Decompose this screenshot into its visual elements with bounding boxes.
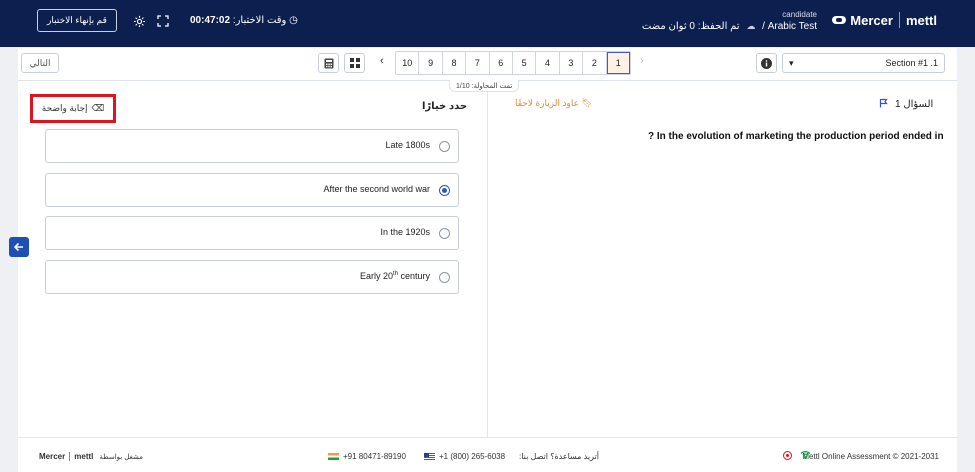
- question-number-6[interactable]: 6: [489, 52, 513, 74]
- question-number-3[interactable]: 3: [559, 52, 584, 74]
- brand-logo: Mercer mettl: [832, 12, 937, 28]
- option-4-text: Early 20th century: [360, 271, 430, 281]
- cloud-save-icon: ☁: [746, 21, 756, 31]
- option-3-radio[interactable]: [439, 228, 450, 239]
- saved-status: تم الحفظ: 0 ثوان مضت: [641, 21, 740, 32]
- option-4-text-main: Early 20: [359, 271, 393, 281]
- grid-view-icon[interactable]: [344, 53, 365, 73]
- powered-mercer: Mercer: [39, 452, 66, 461]
- pane-divider: [487, 81, 488, 437]
- option-2-radio[interactable]: [439, 185, 450, 196]
- candidate-info: candidate Arabic Test / ☁ تم الحفظ: 0 ثو…: [642, 10, 817, 32]
- test-name: Arabic Test: [767, 21, 817, 32]
- choose-option-label: حدد خيارًا: [422, 101, 468, 112]
- answer-option-3[interactable]: In the 1920s: [45, 216, 459, 250]
- test-timer: ◷ وقت الاختبار: 00:47:02: [190, 15, 298, 26]
- option-2-text: After the second world war: [323, 184, 430, 194]
- question-number-5[interactable]: 5: [512, 52, 537, 74]
- question-number-9[interactable]: 9: [419, 52, 443, 74]
- logo-mercer-text: Mercer: [850, 12, 893, 28]
- top-header: Mercer mettl candidate Arabic Test / ☁ ت…: [0, 0, 975, 47]
- collapse-arrow-left-icon[interactable]: [9, 237, 29, 257]
- india-flag-icon: [328, 453, 339, 460]
- settings-gear-icon[interactable]: [131, 13, 147, 29]
- question-number-2[interactable]: 2: [583, 52, 607, 74]
- question-title: السؤال 1: [895, 99, 934, 110]
- timer-label: وقت الاختبار:: [232, 15, 287, 26]
- finish-test-button[interactable]: قم بإنهاء الاختبار: [37, 9, 117, 32]
- info-icon[interactable]: [756, 53, 777, 73]
- question-number-1[interactable]: 1: [606, 52, 630, 74]
- test-separator: /: [762, 21, 765, 32]
- question-heading: السؤال 1: [879, 98, 939, 111]
- mercer-logo-icon: [832, 16, 847, 24]
- section-select[interactable]: ▾ Section #1 .1: [782, 53, 945, 73]
- powered-by-label: مشغل بواسطة: [99, 453, 143, 461]
- attempted-count: تمت المحاولة: 1/10: [449, 80, 520, 92]
- copyright-text: Mettl Online Assessment © 2021-2031: [802, 452, 939, 461]
- clear-answer-button[interactable]: ⌫ إجابة واضحة: [30, 94, 116, 123]
- help-text: أتريد مساعدة؟ اتصل بنا:: [519, 452, 599, 461]
- question-number-8[interactable]: 8: [442, 52, 467, 74]
- question-area: السؤال 1 🔖︎ عاود الزيارة لاحقًا ? In the…: [18, 81, 957, 437]
- question-text: ? In the evolution of marketing the prod…: [648, 131, 944, 142]
- phone-in-number: +91 80471-89190: [343, 452, 406, 461]
- question-number-list: 10 9 8 7 6 5 4 3 2 1: [395, 51, 631, 75]
- chevron-down-icon: ▾: [789, 57, 794, 68]
- eraser-icon: ⌫: [91, 103, 105, 113]
- answer-option-2[interactable]: After the second world war: [45, 173, 459, 207]
- wifi-icon: [800, 450, 811, 462]
- flag-icon[interactable]: [879, 98, 889, 111]
- answer-option-1[interactable]: Late 1800s: [45, 129, 459, 163]
- timer-value: 00:47:02: [190, 15, 231, 26]
- page-footer: Mettl Online Assessment © 2021-2031 أتري…: [18, 437, 957, 472]
- test-save-line: Arabic Test / ☁ تم الحفظ: 0 ثوان مضت: [642, 21, 817, 32]
- option-3-text: In the 1920s: [380, 227, 430, 237]
- question-number-7[interactable]: 7: [466, 52, 490, 74]
- answer-option-4[interactable]: Early 20th century: [45, 260, 459, 294]
- option-1-text: Late 1800s: [385, 140, 430, 150]
- option-4-text-rest: century: [397, 271, 430, 281]
- fullscreen-icon[interactable]: [155, 13, 171, 29]
- powered-divider: [69, 452, 71, 461]
- next-button[interactable]: التالي: [21, 53, 59, 73]
- clock-icon: ◷: [289, 15, 298, 26]
- logo-divider: [898, 12, 900, 28]
- calculator-icon[interactable]: [318, 53, 339, 73]
- section-select-value: Section #1 .1: [885, 58, 938, 68]
- chevron-right-icon[interactable]: ›: [640, 55, 644, 67]
- option-1-radio[interactable]: [439, 141, 450, 152]
- recording-icon: [783, 451, 792, 460]
- review-later-link[interactable]: 🔖︎ عاود الزيارة لاحقًا: [515, 98, 593, 109]
- candidate-role: candidate: [782, 10, 817, 19]
- us-flag-icon: [424, 453, 435, 460]
- option-4-radio[interactable]: [439, 272, 450, 283]
- powered-by: Mercer mettl مشغل بواسطة: [39, 452, 143, 461]
- bookmark-icon: 🔖︎: [581, 98, 593, 108]
- chevron-left-icon[interactable]: ‹: [380, 55, 384, 67]
- powered-mettl: mettl: [74, 452, 94, 461]
- phone-us[interactable]: +1 (800) 265-6038: [424, 452, 505, 461]
- logo-mettl-text: mettl: [905, 12, 937, 28]
- question-number-4[interactable]: 4: [536, 52, 560, 74]
- question-nav-bar: التالي ‹ 10 9 8 7 6 5 4 3 2 1 › ▾ Sectio…: [18, 48, 957, 81]
- phone-in[interactable]: +91 80471-89190: [328, 452, 406, 461]
- phone-us-number: +1 (800) 265-6038: [439, 452, 506, 461]
- clear-answer-label: إجابة واضحة: [41, 103, 88, 113]
- question-number-10[interactable]: 10: [396, 52, 420, 74]
- review-later-label: عاود الزيارة لاحقًا: [515, 98, 579, 108]
